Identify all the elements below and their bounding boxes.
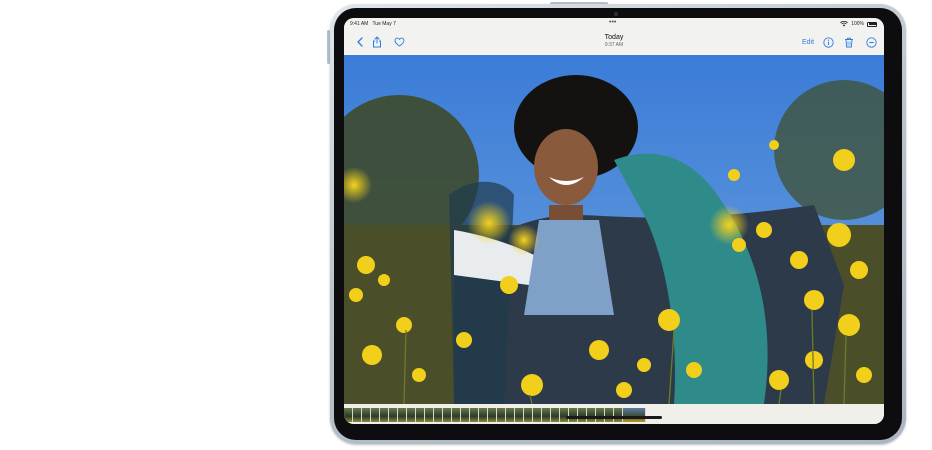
main-photo[interactable] [344,55,884,404]
front-camera [614,12,618,16]
thumbnail[interactable] [524,408,533,422]
thumbnail[interactable] [560,408,569,422]
home-indicator[interactable] [566,416,662,419]
thumbnail-selected[interactable] [623,408,646,422]
thumbnail[interactable] [533,408,542,422]
info-icon[interactable] [821,35,835,49]
thumbnail[interactable] [515,408,524,422]
thumbnail[interactable] [497,408,506,422]
thumbnail[interactable] [569,408,578,422]
multitasking-dots-icon[interactable]: ••• [609,19,616,26]
edit-button[interactable]: Edit [802,39,814,46]
thumbnail[interactable] [398,408,407,422]
thumbnail[interactable] [344,408,353,422]
thumbnail[interactable] [461,408,470,422]
thumbnail[interactable] [425,408,434,422]
thumbnail[interactable] [443,408,452,422]
thumbnail[interactable] [380,408,389,422]
thumbnail[interactable] [389,408,398,422]
status-indicators: 100% [840,21,877,27]
thumbnail[interactable] [434,408,443,422]
battery-percent: 100% [851,21,864,27]
thumbnail[interactable] [605,408,614,422]
photos-app-screen: 9:41 AM Tue May 7 ••• 100% Today 9:37 AM… [344,18,884,424]
thumbnail[interactable] [551,408,560,422]
thumbnail[interactable] [542,408,551,422]
thumbnail-list [344,408,646,422]
thumbnail[interactable] [479,408,488,422]
wifi-icon [840,21,849,27]
thumbnail[interactable] [452,408,461,422]
ipad-device: 9:41 AM Tue May 7 ••• 100% Today 9:37 AM… [330,4,906,444]
thumbnail[interactable] [578,408,587,422]
thumbnail[interactable] [353,408,362,422]
battery-icon [867,21,877,27]
status-date: Tue May 7 [372,21,396,27]
photo-nav-bar: Today 9:37 AM Edit [344,30,884,56]
thumbnail[interactable] [371,408,380,422]
thumbnail-strip[interactable] [344,404,884,424]
trash-icon[interactable] [842,35,856,49]
status-time: 9:41 AM [350,21,369,27]
thumbnail[interactable] [596,408,605,422]
more-icon[interactable] [864,35,878,49]
thumbnail[interactable] [506,408,515,422]
thumbnail[interactable] [488,408,497,422]
thumbnail[interactable] [362,408,371,422]
status-bar: 9:41 AM Tue May 7 ••• 100% [344,18,884,30]
thumbnail[interactable] [416,408,425,422]
thumbnail[interactable] [470,408,479,422]
status-datetime: 9:41 AM Tue May 7 [350,21,396,27]
thumbnail[interactable] [614,408,623,422]
thumbnail[interactable] [587,408,596,422]
photo-image [344,55,884,404]
thumbnail[interactable] [407,408,416,422]
